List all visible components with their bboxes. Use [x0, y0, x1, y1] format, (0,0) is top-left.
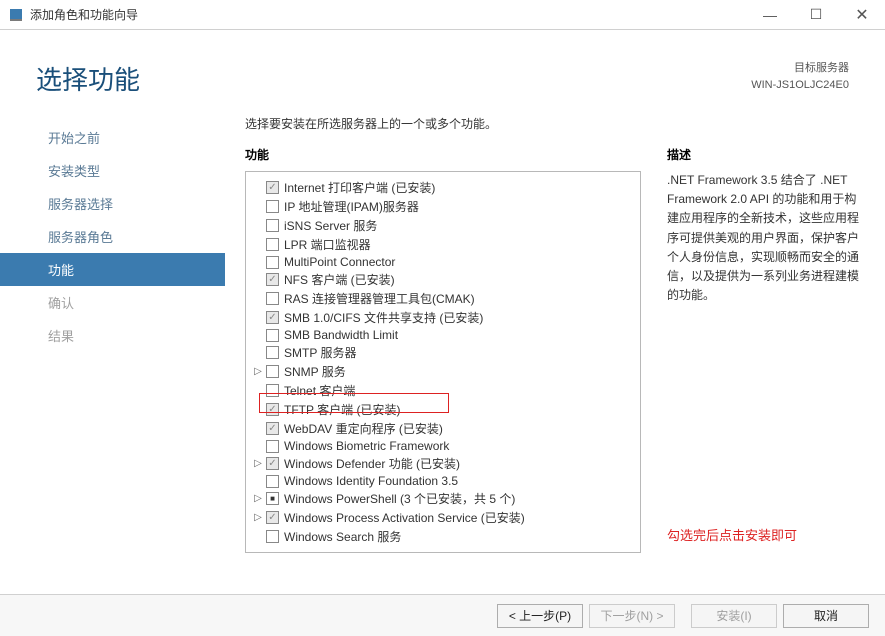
feature-row[interactable]: WebDAV 重定向程序 (已安装)	[250, 419, 636, 438]
annotation-text: 勾选完后点击安装即可	[667, 525, 861, 544]
main-panel: 选择要安装在所选服务器上的一个或多个功能。 功能 Internet 打印客户端 …	[225, 115, 885, 553]
feature-label: SMB Bandwidth Limit	[284, 328, 398, 342]
feature-label: Windows Biometric Framework	[284, 439, 449, 453]
feature-label: Windows Identity Foundation 3.5	[284, 474, 458, 488]
features-listbox[interactable]: Internet 打印客户端 (已安装) IP 地址管理(IPAM)服务器 iSNS…	[245, 171, 641, 553]
feature-label: Windows Defender 功能 (已安装)	[284, 455, 460, 472]
feature-row[interactable]: MultiPoint Connector	[250, 254, 636, 270]
feature-label: TFTP 客户端 (已安装)	[284, 401, 400, 418]
sidebar-item-6: 结果	[0, 319, 225, 352]
feature-label: RAS 连接管理器管理工具包(CMAK)	[284, 290, 475, 307]
maximize-button[interactable]: ☐	[793, 0, 839, 30]
feature-row[interactable]: Internet 打印客户端 (已安装)	[250, 178, 636, 197]
features-heading: 功能	[245, 146, 641, 163]
feature-label: NFS 客户端 (已安装)	[284, 271, 395, 288]
feature-label: SMB 1.0/CIFS 文件共享支持 (已安装)	[284, 309, 483, 326]
next-button[interactable]: 下一步(N) >	[589, 604, 675, 628]
target-name: WIN-JS1OLJC24E0	[751, 77, 849, 94]
description-text: .NET Framework 3.5 结合了 .NET Framework 2.…	[667, 171, 861, 305]
feature-checkbox[interactable]	[266, 292, 279, 305]
feature-row[interactable]: TFTP 客户端 (已安装)	[250, 400, 636, 419]
target-info: 目标服务器 WIN-JS1OLJC24E0	[751, 60, 849, 93]
instruction-text: 选择要安装在所选服务器上的一个或多个功能。	[245, 115, 861, 132]
feature-checkbox[interactable]	[266, 475, 279, 488]
feature-row[interactable]: NFS 客户端 (已安装)	[250, 270, 636, 289]
feature-row[interactable]: LPR 端口监视器	[250, 235, 636, 254]
feature-row[interactable]: iSNS Server 服务	[250, 216, 636, 235]
feature-label: Internet 打印客户端 (已安装)	[284, 179, 435, 196]
expander-icon[interactable]: ▷	[252, 493, 264, 504]
feature-checkbox[interactable]	[266, 238, 279, 251]
feature-row[interactable]: ▷ Windows Defender 功能 (已安装)	[250, 454, 636, 473]
feature-row[interactable]: ▷ Windows Process Activation Service (已安装…	[250, 508, 636, 527]
expander-icon[interactable]: ▷	[252, 366, 264, 377]
feature-label: IP 地址管理(IPAM)服务器	[284, 198, 419, 215]
feature-label: SNMP 服务	[284, 363, 346, 380]
sidebar-item-2[interactable]: 服务器选择	[0, 187, 225, 220]
page-title: 选择功能	[36, 60, 751, 97]
feature-row[interactable]: RAS 连接管理器管理工具包(CMAK)	[250, 289, 636, 308]
previous-button[interactable]: < 上一步(P)	[497, 604, 583, 628]
feature-row[interactable]: SMTP 服务器	[250, 343, 636, 362]
feature-checkbox[interactable]	[266, 384, 279, 397]
feature-checkbox[interactable]	[266, 256, 279, 269]
feature-row[interactable]: ▷ SNMP 服务	[250, 362, 636, 381]
feature-checkbox[interactable]	[266, 273, 279, 286]
feature-row[interactable]: ▷ Windows PowerShell (3 个已安装，共 5 个)	[250, 489, 636, 508]
target-label: 目标服务器	[751, 60, 849, 77]
feature-checkbox[interactable]	[266, 422, 279, 435]
feature-checkbox[interactable]	[266, 530, 279, 543]
feature-checkbox[interactable]	[266, 440, 279, 453]
sidebar-item-3[interactable]: 服务器角色	[0, 220, 225, 253]
sidebar: 开始之前安装类型服务器选择服务器角色功能确认结果	[0, 115, 225, 553]
feature-label: MultiPoint Connector	[284, 255, 395, 269]
feature-checkbox[interactable]	[266, 329, 279, 342]
sidebar-item-4[interactable]: 功能	[0, 253, 225, 286]
feature-checkbox[interactable]	[266, 457, 279, 470]
feature-checkbox[interactable]	[266, 200, 279, 213]
sidebar-item-1[interactable]: 安装类型	[0, 154, 225, 187]
feature-row[interactable]: Windows Biometric Framework	[250, 438, 636, 454]
feature-label: LPR 端口监视器	[284, 236, 371, 253]
feature-label: Windows Process Activation Service (已安装)	[284, 509, 525, 526]
feature-label: Windows PowerShell (3 个已安装，共 5 个)	[284, 490, 515, 507]
feature-row[interactable]: IP 地址管理(IPAM)服务器	[250, 197, 636, 216]
feature-label: WebDAV 重定向程序 (已安装)	[284, 420, 443, 437]
feature-row[interactable]: Telnet 客户端	[250, 381, 636, 400]
feature-label: SMTP 服务器	[284, 344, 356, 361]
feature-checkbox[interactable]	[266, 492, 279, 505]
feature-label: Telnet 客户端	[284, 382, 355, 399]
expander-icon[interactable]: ▷	[252, 458, 264, 469]
cancel-button[interactable]: 取消	[783, 604, 869, 628]
feature-checkbox[interactable]	[266, 365, 279, 378]
minimize-button[interactable]: —	[747, 0, 793, 30]
app-icon	[8, 7, 24, 23]
feature-checkbox[interactable]	[266, 511, 279, 524]
install-button[interactable]: 安装(I)	[691, 604, 777, 628]
feature-checkbox[interactable]	[266, 403, 279, 416]
header: 选择功能 目标服务器 WIN-JS1OLJC24E0	[0, 30, 885, 97]
titlebar: 添加角色和功能向导 — ☐ ✕	[0, 0, 885, 30]
feature-label: iSNS Server 服务	[284, 217, 377, 234]
footer: < 上一步(P) 下一步(N) > 安装(I) 取消	[0, 594, 885, 636]
feature-checkbox[interactable]	[266, 311, 279, 324]
feature-row[interactable]: Windows Search 服务	[250, 527, 636, 546]
expander-icon[interactable]: ▷	[252, 512, 264, 523]
feature-row[interactable]: SMB Bandwidth Limit	[250, 327, 636, 343]
close-button[interactable]: ✕	[839, 0, 885, 30]
window-title: 添加角色和功能向导	[30, 6, 747, 23]
feature-row[interactable]: SMB 1.0/CIFS 文件共享支持 (已安装)	[250, 308, 636, 327]
feature-checkbox[interactable]	[266, 219, 279, 232]
sidebar-item-5: 确认	[0, 286, 225, 319]
sidebar-item-0[interactable]: 开始之前	[0, 121, 225, 154]
feature-checkbox[interactable]	[266, 181, 279, 194]
description-heading: 描述	[667, 146, 861, 163]
feature-row[interactable]: Windows Identity Foundation 3.5	[250, 473, 636, 489]
feature-label: Windows Search 服务	[284, 528, 401, 545]
feature-checkbox[interactable]	[266, 346, 279, 359]
